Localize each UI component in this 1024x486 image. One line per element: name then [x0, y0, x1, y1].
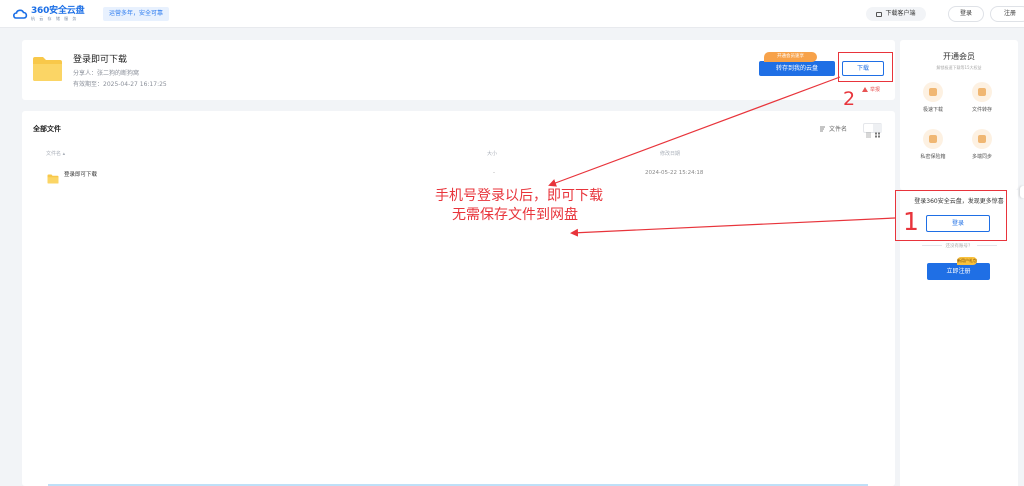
feature-safe-box[interactable]: 私密保险箱 — [913, 129, 953, 160]
feature-multi-sync[interactable]: 多端同步 — [962, 129, 1002, 160]
expiry-info: 有效期至：2025-04-27 16:17:25 — [73, 81, 167, 88]
register-button[interactable]: 立即注册 — [927, 263, 990, 280]
sort-label: 文件名 — [829, 126, 848, 133]
all-files-title: 全部文件 — [33, 125, 61, 133]
header-register-button[interactable]: 注册 — [990, 6, 1024, 22]
feature-file-transfer[interactable]: 文件转存 — [962, 82, 1002, 113]
column-header-size: 大小 — [487, 151, 498, 157]
share-info-card: 登录即可下载 分享人：张二狗的断狗窝 有效期至：2025-04-27 16:17… — [22, 40, 895, 100]
download-client-button[interactable]: 下载客户端 — [866, 7, 926, 21]
sort-icon — [820, 126, 825, 131]
annotation-number-1: 1 — [903, 207, 919, 236]
side-float-tab[interactable] — [1020, 186, 1024, 198]
header-login-button[interactable]: 登录 — [948, 6, 984, 22]
download-speed-icon — [923, 82, 943, 102]
list-view-icon[interactable] — [864, 124, 873, 138]
register-tip: 还没有账号？ — [900, 243, 1018, 249]
annotation-box-2 — [838, 52, 893, 82]
folder-icon — [47, 169, 59, 184]
vip-title: 开通会员 — [943, 52, 975, 61]
annotation-number-2: 2 — [843, 88, 856, 110]
view-toggle[interactable] — [863, 123, 882, 138]
annotation-text-line1: 手机号登录以后，即可下载 — [435, 188, 603, 204]
file-date: 2024-05-22 15:24:18 — [645, 170, 704, 176]
report-label: 举报 — [870, 87, 881, 93]
folder-icon — [32, 56, 63, 82]
annotation-text-line2: 无需保存文件到网盘 — [452, 207, 578, 223]
file-transfer-icon — [972, 82, 992, 102]
files-panel: 全部文件 文件名 文件名 ▴ 大小 修改日期 登录即可下载 - 2024-05-… — [22, 111, 895, 486]
save-to-cloud-button[interactable]: 转存到我的云盘 — [759, 61, 835, 76]
logo-subtext: 杭 云 存 储 服 务 — [31, 16, 78, 21]
feature-fast-download[interactable]: 极速下载 — [913, 82, 953, 113]
monitor-icon — [876, 11, 883, 17]
vip-speed-tag: 开通会员速享 — [764, 52, 817, 62]
column-header-name[interactable]: 文件名 ▴ — [46, 150, 65, 157]
multi-device-sync-icon — [972, 129, 992, 149]
sharer-info: 分享人：张二狗的断狗窝 — [73, 70, 140, 77]
grid-view-icon[interactable] — [873, 124, 882, 138]
report-link[interactable]: 举报 — [862, 86, 880, 93]
vip-card: 开通会员 解锁极速下载等15大权益 极速下载 文件转存 私密保险箱 多端同步 — [900, 40, 1018, 190]
table-row[interactable]: 登录即可下载 - 2024-05-22 15:24:18 — [33, 167, 883, 184]
share-title: 登录即可下载 — [73, 55, 128, 65]
download-client-label: 下载客户端 — [885, 10, 916, 17]
file-size: - — [493, 170, 495, 176]
safe-box-icon — [923, 129, 943, 149]
vip-subtitle: 解锁极速下载等15大权益 — [936, 65, 982, 70]
slogan-badge: 运营多年，安全可靠 — [103, 7, 170, 21]
cloud-logo-icon — [12, 8, 28, 20]
top-bar: 360安全云盘 杭 云 存 储 服 务 运营多年，安全可靠 下载客户端 登录 注… — [0, 0, 1024, 28]
column-header-date: 修改日期 — [660, 151, 681, 157]
new-user-badge: 新用户礼包 — [957, 257, 977, 265]
warning-icon — [862, 87, 868, 92]
logo-text: 360安全云盘 — [31, 6, 85, 16]
logo[interactable]: 360安全云盘 杭 云 存 储 服 务 — [12, 6, 85, 21]
sort-control[interactable]: 文件名 — [820, 124, 847, 133]
file-name[interactable]: 登录即可下载 — [64, 170, 97, 178]
